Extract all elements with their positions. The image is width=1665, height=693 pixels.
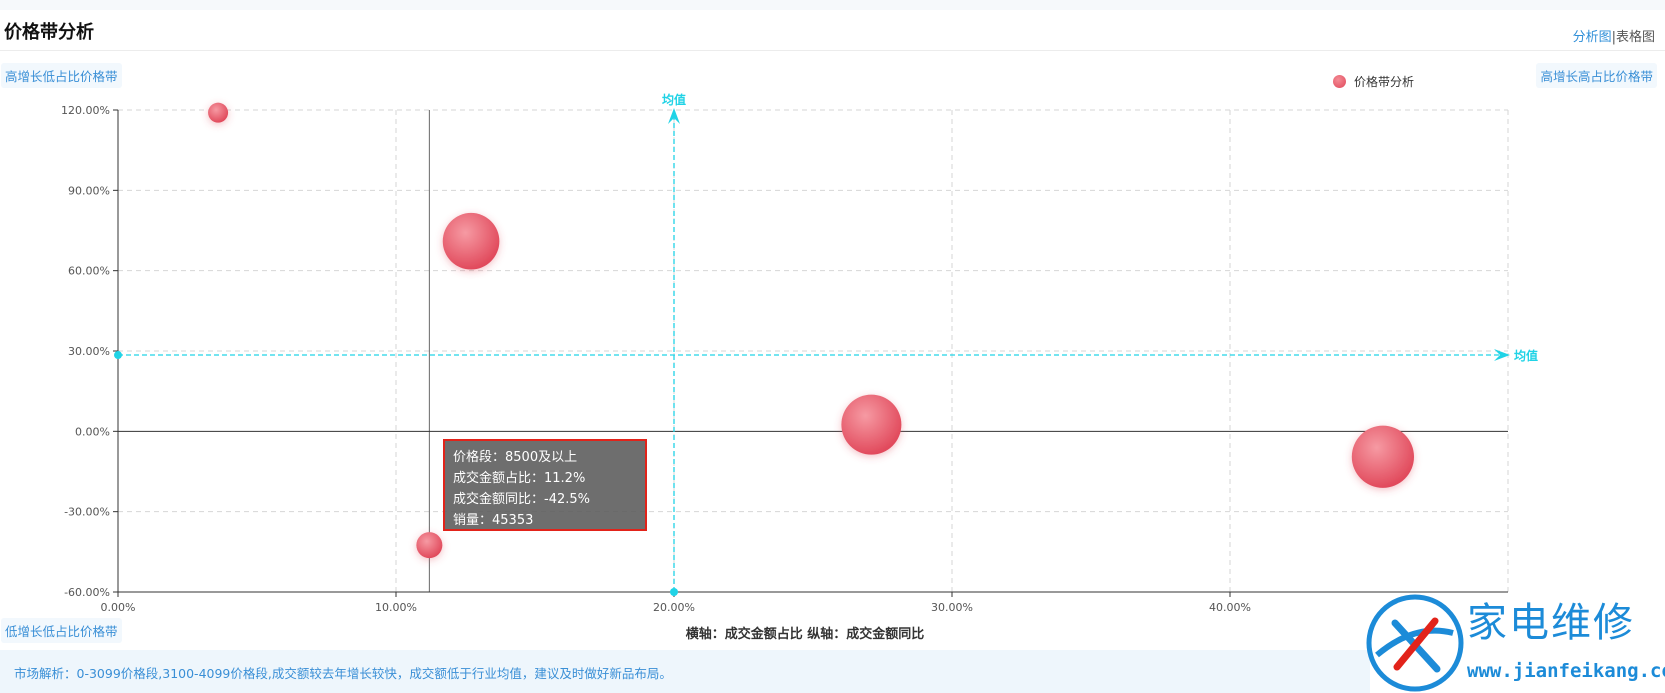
data-bubble[interactable] [442, 212, 500, 270]
mean-label-vertical: 均值 [662, 92, 686, 107]
x-tick-label: 10.00% [375, 601, 417, 614]
watermark-title: 家电维修 [1467, 600, 1635, 646]
watermark-url: www.jianfeikang.com [1467, 660, 1665, 682]
tooltip-line-price-segment: 价格段：8500及以上 [453, 450, 578, 465]
legend[interactable]: 价格带分析 [1333, 73, 1414, 90]
data-bubble[interactable] [1351, 425, 1414, 488]
x-axis-title: 横轴：成交金额占比 纵轴：成交金额同比 [686, 626, 925, 642]
y-tick-label: -60.00% [64, 586, 110, 599]
y-tick-label: 90.00% [68, 184, 110, 197]
y-tick-label: 120.00% [61, 104, 110, 117]
tooltip-line-share: 成交金额占比：11.2% [453, 471, 586, 486]
legend-marker [1333, 75, 1346, 88]
data-bubble[interactable] [208, 102, 229, 123]
x-tick-label: 30.00% [931, 601, 973, 614]
data-bubble[interactable] [841, 394, 902, 455]
tooltip-line-yoy: 成交金额同比：-42.5% [453, 492, 590, 507]
tooltip: 价格段：8500及以上 成交金额占比：11.2% 成交金额同比：-42.5% 销… [443, 439, 647, 531]
market-analysis-text: 市场解析：0-3099价格段,3100-4099价格段,成交额较去年增长较快，成… [14, 666, 672, 681]
watermark: 家电维修 www.jianfeikang.com [1365, 590, 1665, 693]
mean-line-vertical-start [670, 588, 678, 596]
repair-tools-icon [1366, 594, 1464, 692]
legend-label: 价格带分析 [1354, 75, 1415, 89]
y-tick-label: 30.00% [68, 345, 110, 358]
x-tick-label: 40.00% [1209, 601, 1251, 614]
mean-label-horizontal: 均值 [1514, 348, 1538, 363]
x-tick-label: 20.00% [653, 601, 695, 614]
market-analysis-footer: 市场解析：0-3099价格段,3100-4099价格段,成交额较去年增长较快，成… [0, 650, 1370, 693]
data-bubble[interactable] [416, 532, 443, 559]
y-tick-label: 0.00% [75, 425, 110, 438]
tooltip-line-sales: 销量：45353 [453, 513, 534, 528]
x-tick-label: 0.00% [101, 601, 136, 614]
y-tick-label: 60.00% [68, 265, 110, 278]
mean-line-horizontal-start [114, 351, 122, 360]
y-tick-label: -30.00% [64, 506, 110, 519]
